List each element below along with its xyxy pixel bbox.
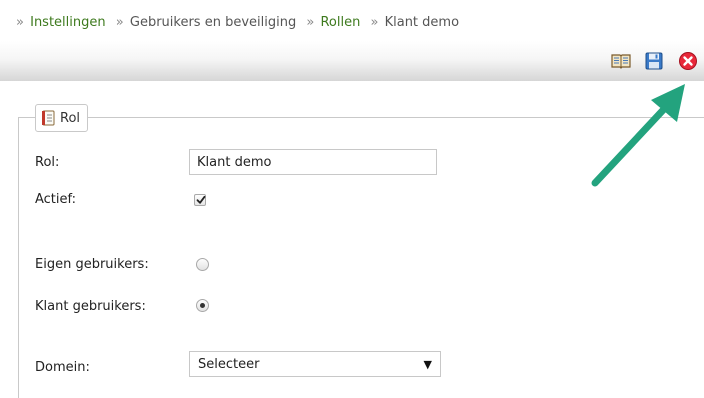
breadcrumb-rollen[interactable]: Rollen [320, 15, 360, 30]
notebook-icon [41, 110, 55, 126]
breadcrumb-separator: » [306, 15, 315, 30]
klant-gebruikers-label: Klant gebruikers: [35, 299, 146, 314]
domein-select[interactable]: Selecteer ▼ [189, 351, 441, 377]
breadcrumb-gebruikers-en-beveiliging: Gebruikers en beveiliging [129, 15, 297, 30]
toolbar [0, 41, 704, 81]
actief-checkbox[interactable] [194, 194, 206, 206]
save-icon[interactable] [643, 50, 665, 72]
breadcrumb: » Instellingen » Gebruikers en beveiligi… [16, 15, 459, 30]
chevron-down-icon: ▼ [423, 357, 432, 371]
eigen-gebruikers-radio[interactable] [196, 258, 209, 271]
klant-gebruikers-radio[interactable] [196, 299, 209, 312]
checkmark-icon [196, 195, 206, 204]
rol-input[interactable]: Klant demo [189, 149, 437, 175]
domein-select-value: Selecteer [198, 356, 260, 372]
breadcrumb-separator: » [370, 15, 379, 30]
rol-label: Rol: [35, 155, 60, 170]
breadcrumb-current-klant-demo: Klant demo [384, 15, 460, 30]
annotation-arrow-icon [591, 84, 685, 187]
actief-label: Actief: [35, 192, 77, 207]
close-icon[interactable] [677, 50, 699, 72]
breadcrumb-separator: » [16, 15, 24, 30]
domein-label: Domein: [35, 360, 90, 375]
breadcrumb-instellingen[interactable]: Instellingen [30, 15, 106, 30]
section-legend: Rol [35, 104, 89, 132]
section-title: Rol [60, 110, 81, 126]
radio-selected-dot [200, 303, 205, 308]
breadcrumb-separator: » [115, 15, 124, 30]
eigen-gebruikers-label: Eigen gebruikers: [35, 257, 149, 272]
book-icon[interactable] [610, 50, 632, 72]
